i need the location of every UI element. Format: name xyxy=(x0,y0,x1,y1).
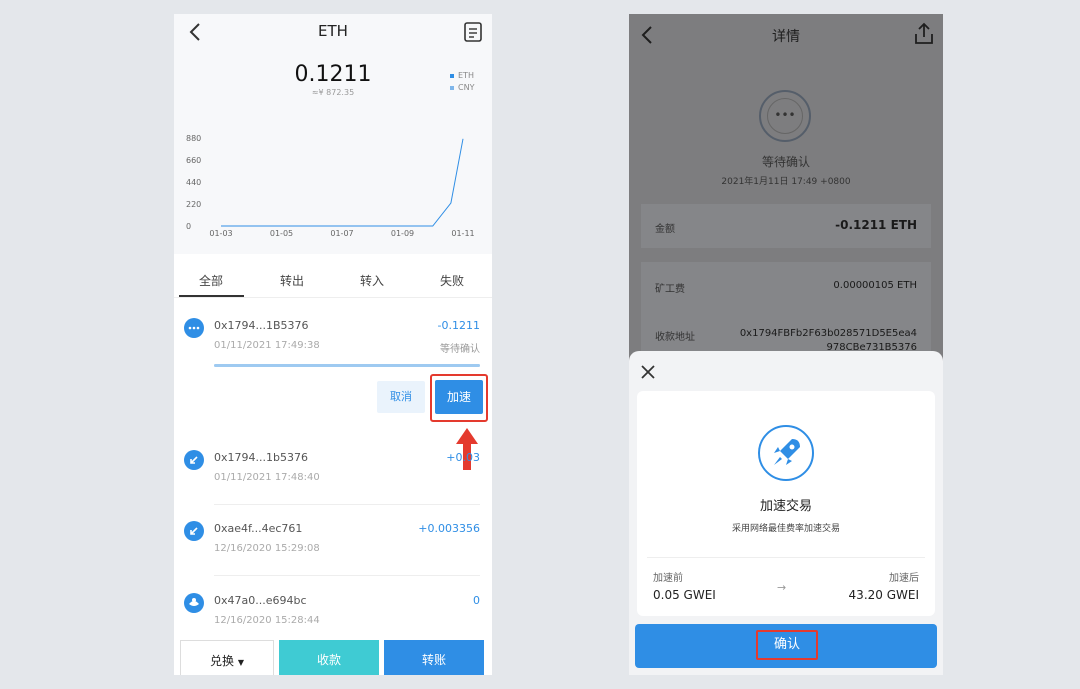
transaction-row[interactable]: 0xae4f...4ec761 12/16/2020 15:29:08 +0.0… xyxy=(174,519,492,579)
detail-value: 0x1794FBFb2F63b028571D5E5ea4 xyxy=(739,328,917,339)
detail-value: 0.00000105 ETH xyxy=(833,280,917,291)
close-icon[interactable] xyxy=(637,361,659,383)
fee-before-label: 加速前 xyxy=(653,573,683,584)
y-tick-label: 660 xyxy=(186,156,201,165)
transaction-detail-screen: 详情 ••• 等待确认 2021年1月11日 17:49 +0800 金额 -0… xyxy=(629,14,943,675)
detail-key: 金额 xyxy=(655,224,675,235)
pending-dots-icon xyxy=(184,318,204,338)
tx-address: 0x1794...1b5376 xyxy=(214,451,308,464)
fee-before-value: 0.05 GWEI xyxy=(653,588,716,602)
cancel-button[interactable]: 取消 xyxy=(377,381,425,413)
bottom-action-bar: 兑换 ▼ 收款 转账 xyxy=(174,640,492,675)
progress-fill xyxy=(214,364,480,367)
tx-address: 0x1794...1B5376 xyxy=(214,319,309,332)
y-tick-label: 0 xyxy=(186,222,191,231)
detail-row-amount: 金额 -0.1211 ETH xyxy=(641,204,931,248)
send-button[interactable]: 转账 xyxy=(384,640,484,675)
legend-item-eth: ETH xyxy=(450,70,474,82)
tx-time: 01/11/2021 17:48:40 xyxy=(214,472,320,483)
sheet-title: 加速交易 xyxy=(759,499,812,514)
detail-key: 矿工费 xyxy=(655,284,685,295)
tx-time: 01/11/2021 17:49:38 xyxy=(214,340,320,351)
pending-progress-bar xyxy=(214,364,480,367)
speed-up-sheet: 加速交易 采用网络最佳费率加速交易 加速前 0.05 GWEI → 加速后 43… xyxy=(629,351,943,675)
detail-row-fees: 矿工费 0.00000105 ETH 收款地址 0x1794FBFb2F63b0… xyxy=(641,262,931,360)
tx-address: 0xae4f...4ec761 xyxy=(214,522,303,535)
speed-up-button[interactable]: 加速 xyxy=(435,380,483,414)
tx-amount: 0 xyxy=(473,594,480,607)
transaction-row[interactable]: 0x1794...1b5376 01/11/2021 17:48:40 +0.0… xyxy=(174,448,492,508)
asset-header: ETH 0.1211 ≈¥ 872.35 ETH CNY 880 660 440 22… xyxy=(174,14,492,254)
records-document-icon[interactable] xyxy=(462,21,484,43)
status-date: 2021年1月11日 17:49 +0800 xyxy=(721,177,851,187)
tx-time: 12/16/2020 15:29:08 xyxy=(214,543,320,554)
detail-key: 收款地址 xyxy=(655,332,695,343)
rocket-icon xyxy=(758,425,814,481)
row-divider xyxy=(214,504,480,505)
wallet-eth-screen: ETH 0.1211 ≈¥ 872.35 ETH CNY 880 660 440 22… xyxy=(174,14,492,675)
x-tick-label: 01-07 xyxy=(330,229,353,238)
tab-all[interactable]: 全部 xyxy=(179,272,243,289)
confirm-label: 确认 xyxy=(756,630,818,660)
swap-button[interactable]: 兑换 ▼ xyxy=(180,640,274,675)
receive-button[interactable]: 收款 xyxy=(279,640,379,675)
fee-after-label: 加速后 xyxy=(889,573,919,584)
balance-amount: 0.1211 xyxy=(294,62,372,87)
confirm-button[interactable]: 确认 xyxy=(635,624,937,668)
legend-item-cny: CNY xyxy=(450,82,474,94)
tab-failed[interactable]: 失败 xyxy=(420,272,484,289)
tab-incoming[interactable]: 转入 xyxy=(340,272,404,289)
page-title: 详情 xyxy=(772,29,800,45)
divider xyxy=(647,557,925,558)
transaction-row[interactable]: 0x1794...1B5376 01/11/2021 17:49:38 -0.1… xyxy=(174,316,492,376)
tx-amount: -0.1211 xyxy=(437,319,480,332)
x-tick-label: 01-11 xyxy=(451,229,474,238)
x-tick-label: 01-09 xyxy=(391,229,414,238)
x-tick-label: 01-05 xyxy=(270,229,293,238)
x-tick-label: 01-03 xyxy=(209,229,232,238)
receive-arrow-icon xyxy=(184,521,204,541)
speed-up-card: 加速交易 采用网络最佳费率加速交易 加速前 0.05 GWEI → 加速后 43… xyxy=(637,391,935,616)
receive-arrow-icon xyxy=(184,450,204,470)
tx-status: 等待确认 xyxy=(440,344,480,355)
balance-line-chart: 880 660 440 220 0 01-03 01-05 01-07 01-09 01-11 xyxy=(186,134,475,238)
tx-address: 0x47a0...e694bc xyxy=(214,594,307,607)
page-title: ETH xyxy=(318,22,348,40)
status-label: 等待确认 xyxy=(761,155,810,169)
tab-outgoing[interactable]: 转出 xyxy=(260,272,324,289)
share-icon[interactable] xyxy=(913,22,935,46)
tx-amount: +0.003356 xyxy=(418,522,480,535)
sheet-subtitle: 采用网络最佳费率加速交易 xyxy=(731,524,840,534)
series-line xyxy=(221,138,464,227)
y-tick-label: 880 xyxy=(186,134,201,143)
y-tick-label: 220 xyxy=(186,200,201,209)
speed-up-highlight: 加速 xyxy=(430,374,488,422)
arrow-right-icon: → xyxy=(777,581,787,594)
row-divider xyxy=(214,575,480,576)
chart-legend: ETH CNY xyxy=(450,70,474,94)
pending-dots-icon: ••• xyxy=(767,98,803,134)
pending-status-icon: ••• xyxy=(759,90,811,142)
balance-cny: ≈¥ 872.35 xyxy=(311,88,355,97)
contract-icon xyxy=(184,593,204,613)
tx-amount: +0.03 xyxy=(446,451,480,464)
transaction-tabs: 全部 转出 转入 失败 xyxy=(174,264,492,298)
fee-after-value: 43.20 GWEI xyxy=(848,588,919,602)
active-tab-indicator xyxy=(179,295,244,297)
tx-time: 12/16/2020 15:28:44 xyxy=(214,615,320,626)
y-tick-label: 440 xyxy=(186,178,201,187)
detail-value: -0.1211 ETH xyxy=(835,218,917,232)
caret-down-icon: ▼ xyxy=(237,658,244,667)
